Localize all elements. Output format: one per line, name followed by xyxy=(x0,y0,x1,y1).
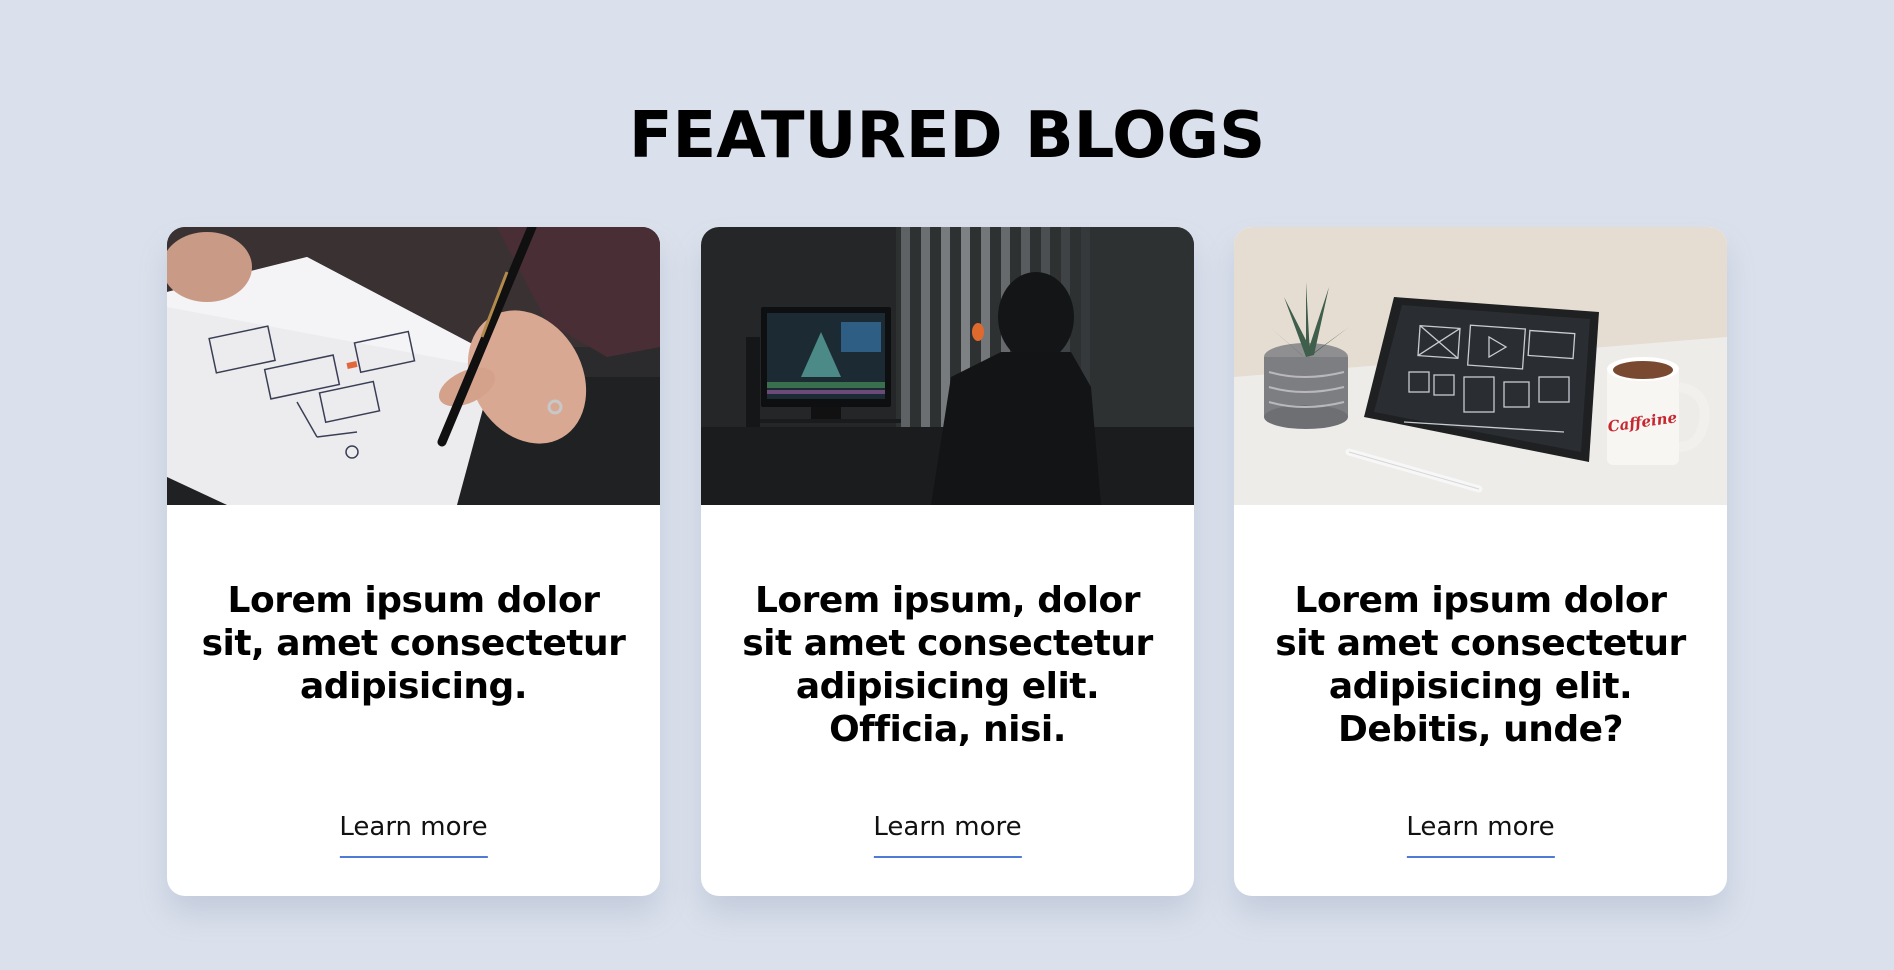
blog-card: Lorem ipsum, dolor sit amet consectetur … xyxy=(701,227,1194,896)
blog-card-title: Lorem ipsum dolor sit, amet consectetur … xyxy=(201,580,626,707)
blog-card-image-tablet: Caffeine xyxy=(1234,227,1727,505)
blog-card-title: Lorem ipsum, dolor sit amet consectetur … xyxy=(742,580,1153,750)
sketch-photo xyxy=(167,227,660,505)
section-title: FEATURED BLOGS xyxy=(628,99,1266,173)
blog-card: Lorem ipsum dolor sit, amet consectetur … xyxy=(167,227,660,896)
learn-more-link[interactable]: Learn more xyxy=(873,812,1022,858)
learn-more-link[interactable]: Learn more xyxy=(1406,812,1555,858)
blog-card: Caffeine Lorem ipsum dolor sit amet cons… xyxy=(1234,227,1727,896)
editing-photo xyxy=(701,227,1194,505)
blog-card-title: Lorem ipsum dolor sit amet consectetur a… xyxy=(1275,580,1686,750)
tablet-photo: Caffeine xyxy=(1234,227,1727,505)
blog-cards: Lorem ipsum dolor sit, amet consectetur … xyxy=(167,227,1728,896)
blog-card-image-editing xyxy=(701,227,1194,505)
blog-card-image-sketch xyxy=(167,227,660,505)
learn-more-link[interactable]: Learn more xyxy=(339,812,488,858)
